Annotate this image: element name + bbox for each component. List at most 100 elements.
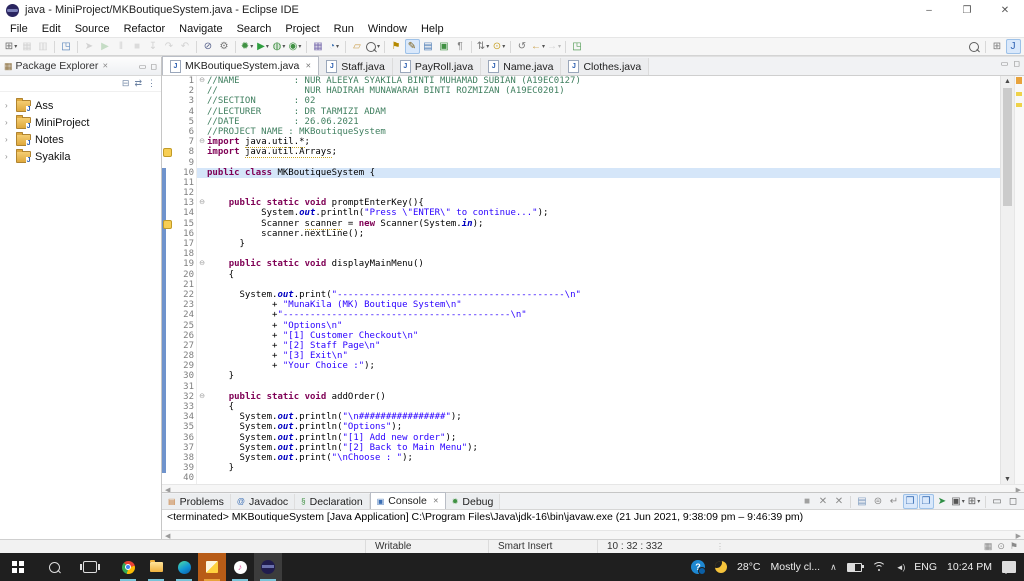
code-line[interactable]: 21 (162, 280, 1000, 290)
project-miniproject[interactable]: ›MiniProject (0, 114, 161, 131)
code-line[interactable]: 19⊖ public static void displayMainMenu() (162, 259, 1000, 269)
code-line[interactable]: 2// NUR HADIRAH MUNAWARAH BINTI ROZMIZAN… (162, 86, 1000, 96)
code-line[interactable]: 26 + "[1] Customer Checkout\n" (162, 331, 1000, 341)
menu-refactor[interactable]: Refactor (117, 23, 173, 35)
remove-all-terminated-icon[interactable]: ✕ (832, 494, 847, 509)
code-line[interactable]: 13⊖ public static void promptEnterKey(){ (162, 198, 1000, 208)
weather-moon-icon[interactable] (715, 561, 727, 573)
pin-editor-icon[interactable]: ◳ (570, 39, 585, 54)
taskbar-app-itunes[interactable] (226, 553, 254, 581)
taskbar-app-sticky-notes[interactable] (198, 553, 226, 581)
menu-edit[interactable]: Edit (35, 23, 68, 35)
run-icon[interactable]: ▶▾ (256, 39, 271, 54)
tab-clothes-java[interactable]: Clothes.java (561, 58, 649, 75)
close-tab-icon[interactable]: ✕ (305, 62, 311, 70)
taskbar-app-chrome[interactable] (114, 553, 142, 581)
new-java-ee-icon[interactable]: ▦ (311, 39, 326, 54)
code-line[interactable]: 5//DATE : 26.06.2021 (162, 117, 1000, 127)
code-line[interactable]: 36 System.out.println("[1] Add new order… (162, 433, 1000, 443)
search-menu-icon[interactable]: ▾ (366, 39, 381, 54)
open-perspective-icon[interactable]: ⊞ (990, 39, 1005, 54)
tab-problems[interactable]: ▤Problems (162, 494, 231, 509)
step-return-icon[interactable]: ↶ (178, 39, 193, 54)
code-line[interactable]: 27 + "[2] Staff Page\n" (162, 341, 1000, 351)
overview-ruler[interactable] (1014, 76, 1024, 484)
java-perspective-icon[interactable]: J (1006, 39, 1021, 54)
maximize-console-icon[interactable]: ◻ (1006, 494, 1021, 509)
terminate-icon[interactable]: ■ (130, 39, 145, 54)
chevron-right-icon[interactable]: › (5, 135, 12, 144)
close-button[interactable]: ✕ (986, 0, 1024, 20)
chevron-right-icon[interactable]: › (5, 101, 12, 110)
code-line[interactable]: 18 (162, 249, 1000, 259)
code-line[interactable]: 34 System.out.println("\n###############… (162, 412, 1000, 422)
fold-collapse-icon[interactable]: ⊖ (196, 76, 207, 86)
skip-all-breakpoints-icon[interactable]: ⊘ (201, 39, 216, 54)
minimize-view-button[interactable]: ▭ (139, 62, 147, 71)
save-all-icon[interactable]: ▥ (36, 39, 51, 54)
code-line[interactable]: 20 { (162, 270, 1000, 280)
tab-staff-java[interactable]: Staff.java (319, 58, 393, 75)
volume-icon[interactable]: ◄) (896, 563, 905, 572)
tab-name-java[interactable]: Name.java (481, 58, 561, 75)
menu-file[interactable]: File (3, 23, 35, 35)
scroll-up-arrow-icon[interactable]: ▲ (1001, 76, 1014, 86)
code-line[interactable]: 30 } (162, 371, 1000, 381)
show-on-stderr-icon[interactable]: ❐ (919, 494, 934, 509)
step-into-icon[interactable]: ↧ (146, 39, 161, 54)
tab-declaration[interactable]: §Declaration (295, 494, 370, 509)
pin-console-icon[interactable]: ➤ (935, 494, 950, 509)
close-tab-icon[interactable]: ✕ (433, 497, 439, 505)
taskbar-app-eclipse[interactable] (254, 553, 282, 581)
taskbar-search-button[interactable] (36, 553, 72, 581)
menu-source[interactable]: Source (68, 23, 117, 35)
select-element-icon[interactable]: ➤ (82, 39, 97, 54)
tab-payroll-java[interactable]: PayRoll.java (393, 58, 481, 75)
scroll-down-arrow-icon[interactable]: ▼ (1001, 474, 1014, 484)
code-line[interactable]: 10public class MKBoutiqueSystem { (162, 168, 1000, 178)
sort-members-icon[interactable]: ⇅▾ (476, 39, 491, 54)
menu-run[interactable]: Run (327, 23, 361, 35)
action-center-icon[interactable] (1002, 561, 1016, 573)
code-line[interactable]: 22 System.out.print("-------------------… (162, 290, 1000, 300)
overview-marker[interactable] (1016, 92, 1022, 96)
code-line[interactable]: 31 (162, 382, 1000, 392)
close-package-explorer-button[interactable]: ✕ (102, 62, 108, 70)
maximize-view-button[interactable]: ◻ (150, 62, 157, 71)
battery-icon[interactable] (847, 563, 862, 572)
tab-javadoc[interactable]: @Javadoc (231, 494, 295, 509)
fold-collapse-icon[interactable]: ⊖ (196, 259, 207, 269)
show-whitespace-icon[interactable]: ¶ (453, 39, 468, 54)
code-line[interactable]: 25 + "Options\n" (162, 321, 1000, 331)
code-line[interactable]: 40 (162, 473, 1000, 483)
task-view-button[interactable] (72, 553, 108, 581)
code-line[interactable]: 6//PROJECT NAME : MKBoutiqueSystem (162, 127, 1000, 137)
taskbar-app-file-explorer[interactable] (142, 553, 170, 581)
save-icon[interactable]: ▦ (20, 39, 35, 54)
taskbar-app-edge[interactable] (170, 553, 198, 581)
collapse-all-icon[interactable]: ⊟ (122, 78, 130, 89)
tray-overflow-chevron-icon[interactable]: ∧ (830, 562, 837, 573)
fold-collapse-icon[interactable]: ⊖ (196, 198, 207, 208)
code-line[interactable]: 8import java.util.Arrays; (162, 147, 1000, 157)
clear-console-icon[interactable]: ▤ (855, 494, 870, 509)
chevron-right-icon[interactable]: › (5, 152, 12, 161)
restore-button[interactable]: ❐ (948, 0, 986, 20)
minimize-console-icon[interactable]: ▭ (990, 494, 1005, 509)
mark-occurrences-icon[interactable]: ⚑ (389, 39, 404, 54)
link-with-editor-icon[interactable]: ⇄ (134, 78, 142, 89)
show-on-stdout-icon[interactable]: ❐ (903, 494, 918, 509)
maximize-editor-button[interactable]: ◻ (1013, 59, 1020, 68)
open-console-icon[interactable]: ⊞▾ (967, 494, 982, 509)
status-tips-icon[interactable]: ⊙ (997, 541, 1005, 552)
editor-vertical-scrollbar[interactable]: ▲ ▼ (1000, 76, 1014, 484)
code-line[interactable]: 29 + "Your Choice :"); (162, 361, 1000, 371)
code-area[interactable]: 1⊖//NAME : NUR ALEEYA SYAKILA BINTI MUHA… (162, 76, 1000, 484)
forward-icon[interactable]: →▾ (547, 39, 562, 54)
suspend-icon[interactable]: ‖ (114, 39, 129, 54)
word-wrap-icon[interactable]: ↵ (887, 494, 902, 509)
code-line[interactable]: 4//LECTURER : DR TARMIZI ADAM (162, 107, 1000, 117)
code-line[interactable]: 28 + "[3] Exit\n" (162, 351, 1000, 361)
menu-navigate[interactable]: Navigate (172, 23, 229, 35)
display-selected-console-icon[interactable]: ▣▾ (951, 494, 966, 509)
